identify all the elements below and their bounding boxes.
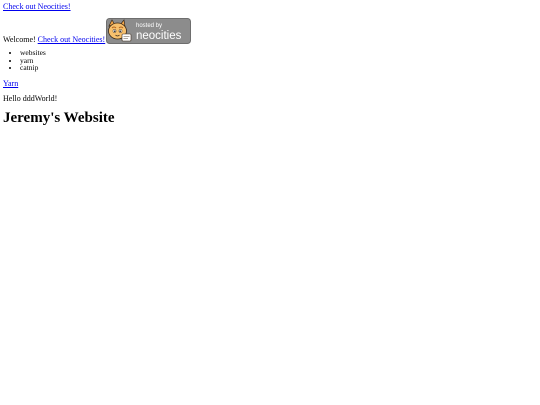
hosted-by-neocities-badge[interactable]: hosted by neocities: [106, 18, 192, 44]
neocities-badge-graphic: hosted by neocities: [106, 18, 192, 44]
badge-line1: hosted by: [136, 23, 162, 29]
page-title: Jeremy's Website: [3, 110, 115, 126]
welcome-line: Welcome! Check out Neocities! hosted by: [3, 17, 192, 44]
topics-list: websites yarn catnip: [0, 49, 46, 72]
list-item: catnip: [20, 64, 46, 72]
welcome-text: Welcome!: [3, 34, 36, 44]
badge-line2: neocities: [136, 30, 182, 42]
hello-text: Hello dddWorld!: [3, 94, 58, 103]
top-neocities-link[interactable]: Check out Neocities!: [3, 2, 71, 11]
yarn-link[interactable]: Yarn: [3, 79, 18, 88]
welcome-neocities-link[interactable]: Check out Neocities!: [38, 35, 106, 44]
